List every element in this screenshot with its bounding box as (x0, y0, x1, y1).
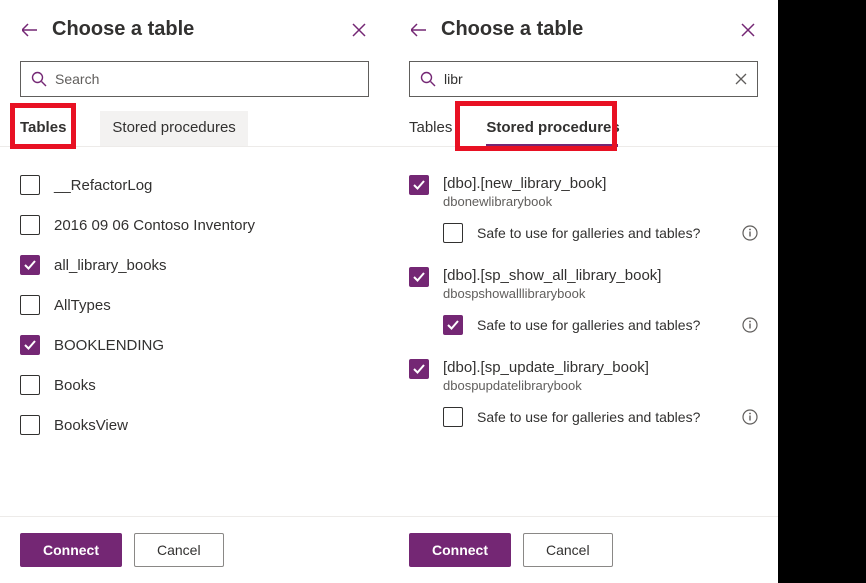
row-checkbox[interactable] (409, 359, 429, 379)
safe-label: Safe to use for galleries and tables? (477, 317, 734, 333)
footer: Connect Cancel (389, 516, 778, 583)
search-input[interactable] (444, 71, 735, 87)
tab-stored-procedures[interactable]: Stored procedures (486, 111, 635, 146)
clear-search-icon[interactable] (735, 73, 747, 85)
safe-label: Safe to use for galleries and tables? (477, 225, 734, 241)
row-label: AllTypes (54, 297, 111, 314)
safe-option-row: Safe to use for galleries and tables? (409, 213, 758, 257)
connect-button[interactable]: Connect (20, 533, 122, 567)
close-icon[interactable] (738, 20, 758, 40)
tab-tables[interactable]: Tables (409, 111, 468, 146)
table-row[interactable]: Books (20, 365, 369, 405)
connect-button[interactable]: Connect (409, 533, 511, 567)
procedure-row[interactable]: [dbo].[new_library_book] dbonewlibraryboo… (409, 165, 758, 213)
row-checkbox[interactable] (20, 175, 40, 195)
row-checkbox[interactable] (20, 295, 40, 315)
safe-option-row: Safe to use for galleries and tables? (409, 397, 758, 441)
procedure-row[interactable]: [dbo].[sp_show_all_library_book] dbospsho… (409, 257, 758, 305)
row-checkbox[interactable] (409, 175, 429, 195)
search-container (389, 51, 778, 97)
procedure-label: [dbo].[sp_show_all_library_book] (443, 267, 661, 284)
back-icon[interactable] (409, 20, 429, 40)
row-label: all_library_books (54, 257, 167, 274)
procedure-row[interactable]: [dbo].[sp_update_library_book] dbospupdat… (409, 349, 758, 397)
info-icon[interactable] (742, 409, 758, 425)
procedure-sublabel: dbospshowalllibrarybook (443, 286, 661, 301)
search-box[interactable] (409, 61, 758, 97)
row-checkbox[interactable] (20, 255, 40, 275)
tabs: Tables Stored procedures (0, 97, 389, 147)
info-icon[interactable] (742, 225, 758, 241)
procedure-list[interactable]: [dbo].[new_library_book] dbonewlibraryboo… (389, 147, 778, 516)
row-label: BOOKLENDING (54, 337, 164, 354)
procedure-block: [dbo].[new_library_book] dbonewlibraryboo… (409, 165, 758, 257)
safe-label: Safe to use for galleries and tables? (477, 409, 734, 425)
table-row[interactable]: BOOKLENDING (20, 325, 369, 365)
header: Choose a table (389, 0, 778, 51)
safe-option-row: Safe to use for galleries and tables? (409, 305, 758, 349)
search-icon (31, 71, 47, 87)
procedure-label: [dbo].[new_library_book] (443, 175, 606, 192)
header: Choose a table (0, 0, 389, 51)
search-icon (420, 71, 436, 87)
row-checkbox[interactable] (20, 215, 40, 235)
tab-stored-procedures[interactable]: Stored procedures (100, 111, 247, 146)
search-input[interactable] (55, 71, 358, 87)
table-row[interactable]: all_library_books (20, 245, 369, 285)
row-checkbox[interactable] (20, 415, 40, 435)
search-container (0, 51, 389, 97)
table-row[interactable]: BooksView (20, 405, 369, 445)
row-label: 2016 09 06 Contoso Inventory (54, 217, 255, 234)
info-icon[interactable] (742, 317, 758, 333)
row-label: Books (54, 377, 96, 394)
procedure-block: [dbo].[sp_show_all_library_book] dbospsho… (409, 257, 758, 349)
row-label: __RefactorLog (54, 177, 152, 194)
cancel-button[interactable]: Cancel (134, 533, 224, 567)
procedure-sublabel: dbonewlibrarybook (443, 194, 606, 209)
panel-right: Choose a table Tables Stored procedures … (389, 0, 778, 583)
footer: Connect Cancel (0, 516, 389, 583)
cancel-button[interactable]: Cancel (523, 533, 613, 567)
safe-checkbox[interactable] (443, 315, 463, 335)
row-checkbox[interactable] (20, 375, 40, 395)
panel-left: Choose a table Tables Stored procedures … (0, 0, 389, 583)
procedure-sublabel: dbospupdatelibrarybook (443, 378, 649, 393)
procedure-label: [dbo].[sp_update_library_book] (443, 359, 649, 376)
table-row[interactable]: __RefactorLog (20, 165, 369, 205)
table-list[interactable]: __RefactorLog 2016 09 06 Contoso Inventor… (0, 147, 389, 516)
page-title: Choose a table (441, 18, 738, 41)
search-box[interactable] (20, 61, 369, 97)
table-row[interactable]: AllTypes (20, 285, 369, 325)
page-title: Choose a table (52, 18, 349, 41)
table-row[interactable]: 2016 09 06 Contoso Inventory (20, 205, 369, 245)
safe-checkbox[interactable] (443, 223, 463, 243)
tabs: Tables Stored procedures (389, 97, 778, 147)
back-icon[interactable] (20, 20, 40, 40)
row-checkbox[interactable] (20, 335, 40, 355)
tab-tables[interactable]: Tables (20, 111, 82, 146)
close-icon[interactable] (349, 20, 369, 40)
safe-checkbox[interactable] (443, 407, 463, 427)
row-checkbox[interactable] (409, 267, 429, 287)
row-label: BooksView (54, 417, 128, 434)
procedure-block: [dbo].[sp_update_library_book] dbospupdat… (409, 349, 758, 441)
